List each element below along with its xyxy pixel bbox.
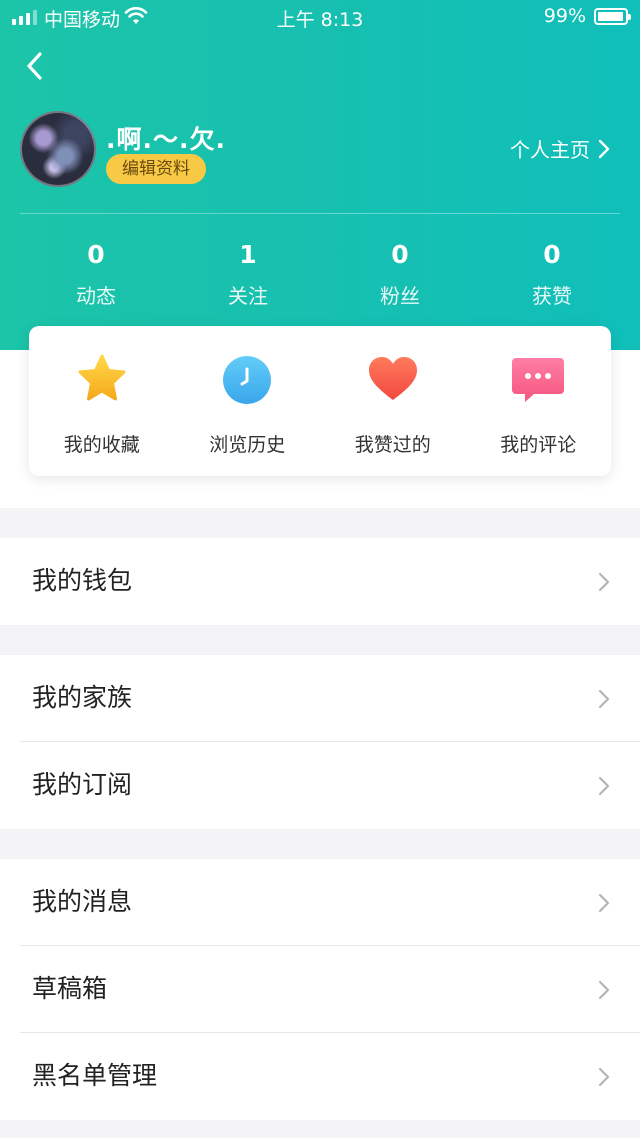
comments-button[interactable]: 我的评论 xyxy=(466,326,612,476)
stat-label: 动态 xyxy=(76,284,116,308)
menu-item-label: 我的家族 xyxy=(32,683,133,712)
chevron-right-icon xyxy=(598,1067,610,1087)
battery-percent: 99% xyxy=(543,5,586,27)
menu-group-messages: 我的消息 草稿箱 黑名单管理 xyxy=(0,859,640,1120)
menu-item-wallet[interactable]: 我的钱包 xyxy=(0,538,640,625)
history-label: 浏览历史 xyxy=(209,434,286,456)
stat-following[interactable]: 1 关注 xyxy=(172,238,324,309)
stat-value: 1 xyxy=(239,240,257,269)
liked-button[interactable]: 我赞过的 xyxy=(320,326,466,476)
header-divider xyxy=(20,213,620,214)
menu-item-label: 黑名单管理 xyxy=(32,1061,158,1090)
favorites-label: 我的收藏 xyxy=(63,434,140,456)
status-bar: 中国移动 上午 8:13 99% xyxy=(0,0,640,34)
stat-posts[interactable]: 0 动态 xyxy=(20,238,172,309)
clock-icon xyxy=(223,356,272,404)
stat-label: 粉丝 xyxy=(380,284,420,308)
menu-item-subscriptions[interactable]: 我的订阅 xyxy=(0,742,640,829)
chevron-right-icon xyxy=(598,980,610,1000)
chevron-right-icon xyxy=(598,776,610,796)
back-arrow-icon[interactable] xyxy=(20,46,54,86)
quick-actions-card: 我的收藏 浏览历史 我赞过的 我的评论 xyxy=(29,326,611,476)
history-button[interactable]: 浏览历史 xyxy=(175,326,321,476)
menu-item-label: 我的订阅 xyxy=(32,770,133,799)
stats-row: 0 动态 1 关注 0 粉丝 0 获赞 xyxy=(0,238,640,309)
stat-label: 关注 xyxy=(228,284,268,308)
stat-likes[interactable]: 0 获赞 xyxy=(476,238,628,309)
liked-label: 我赞过的 xyxy=(354,434,431,456)
menu-item-label: 我的消息 xyxy=(32,887,133,916)
heart-icon xyxy=(368,357,417,400)
battery-icon xyxy=(594,8,631,25)
homepage-link[interactable]: 个人主页 xyxy=(510,134,610,163)
edit-profile-button[interactable]: 编辑资料 xyxy=(106,154,206,184)
chevron-right-icon xyxy=(598,893,610,913)
stat-followers[interactable]: 0 粉丝 xyxy=(324,238,476,309)
menu-group-wallet: 我的钱包 xyxy=(0,538,640,625)
nickname: .啊.～.欠. xyxy=(106,125,226,154)
comments-label: 我的评论 xyxy=(500,434,577,456)
avatar[interactable] xyxy=(20,111,96,187)
favorites-button[interactable]: 我的收藏 xyxy=(29,326,175,476)
stat-value: 0 xyxy=(391,240,409,269)
menu-item-label: 我的钱包 xyxy=(32,566,133,595)
chevron-right-icon xyxy=(598,689,610,709)
menu-item-label: 草稿箱 xyxy=(32,974,108,1003)
menu-item-messages[interactable]: 我的消息 xyxy=(0,859,640,946)
chevron-right-icon xyxy=(598,139,610,158)
chevron-right-icon xyxy=(598,572,610,592)
homepage-label: 个人主页 xyxy=(510,138,590,162)
stat-label: 获赞 xyxy=(532,284,572,308)
menu-item-drafts[interactable]: 草稿箱 xyxy=(0,946,640,1033)
menu-item-family[interactable]: 我的家族 xyxy=(0,655,640,742)
star-icon xyxy=(78,354,126,401)
comment-icon xyxy=(512,358,565,402)
stat-value: 0 xyxy=(87,240,105,269)
menu-group-family: 我的家族 我的订阅 xyxy=(0,655,640,829)
profile-page: 中国移动 上午 8:13 99% .啊.～.欠. 编辑资料 个人主页 0 动态 … xyxy=(0,0,640,1138)
stat-value: 0 xyxy=(543,240,561,269)
menu-item-blacklist[interactable]: 黑名单管理 xyxy=(0,1033,640,1120)
